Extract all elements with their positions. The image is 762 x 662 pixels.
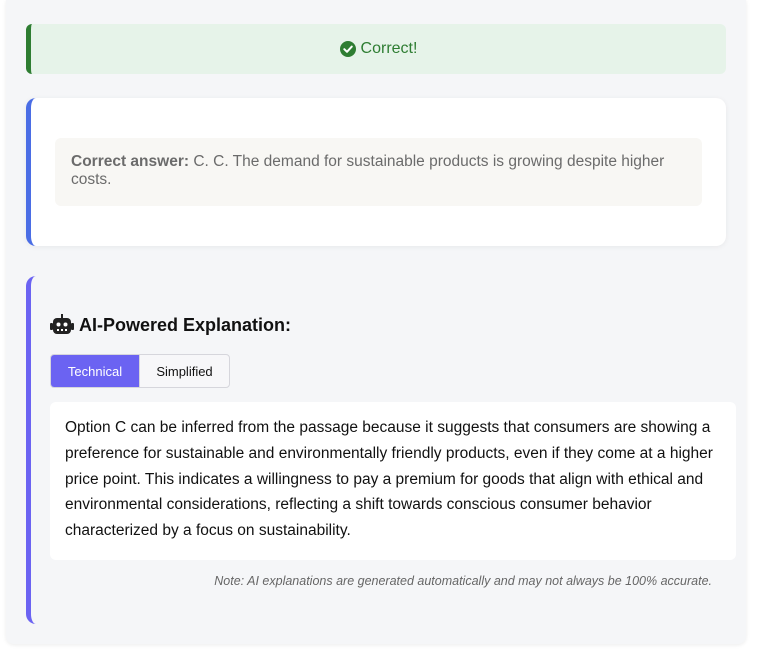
answer-card: Correct answer: C. C. The demand for sus…: [26, 98, 726, 246]
correct-label: Correct!: [360, 40, 418, 57]
explanation-tabs: Technical Simplified: [50, 354, 230, 388]
correct-banner: Correct!: [26, 24, 726, 74]
explanation-card: AI-Powered Explanation: Technical Simpli…: [26, 276, 746, 624]
tab-simplified[interactable]: Simplified: [139, 355, 229, 387]
correct-answer-prefix: Correct answer:: [71, 153, 190, 170]
disclaimer-note: Note: AI explanations are generated auto…: [214, 574, 712, 588]
check-circle-icon: [339, 41, 356, 57]
robot-icon: [50, 314, 74, 336]
result-panel: Correct! Correct answer: C. C. The deman…: [6, 0, 746, 644]
explanation-title: AI-Powered Explanation:: [79, 314, 292, 335]
explanation-heading: AI-Powered Explanation:: [50, 314, 291, 336]
correct-answer-box: Correct answer: C. C. The demand for sus…: [55, 138, 702, 206]
explanation-body: Option C can be inferred from the passag…: [50, 402, 736, 560]
tab-technical[interactable]: Technical: [51, 355, 139, 387]
